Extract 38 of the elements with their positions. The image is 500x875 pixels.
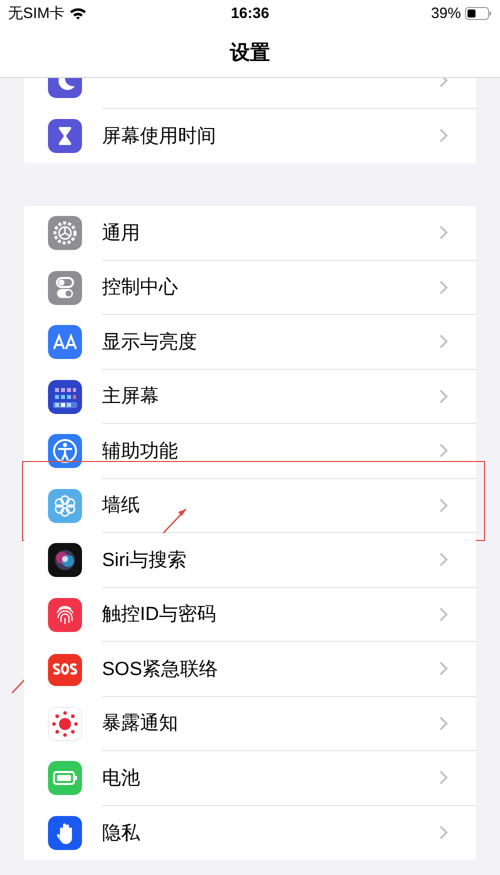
chevron-icon bbox=[439, 280, 448, 295]
wifi-icon bbox=[68, 7, 87, 20]
accessibility-figure-icon bbox=[48, 434, 82, 468]
chevron-icon bbox=[439, 716, 448, 731]
battery-percent: 39% bbox=[430, 5, 461, 22]
battery-icon bbox=[48, 761, 82, 796]
flower-icon bbox=[48, 488, 82, 523]
chevron-icon bbox=[439, 770, 448, 786]
settings-row[interactable]: SOS紧急联络 bbox=[24, 642, 476, 696]
settings-row[interactable]: 屏幕使用时间 bbox=[24, 108, 476, 163]
chevron-icon bbox=[439, 443, 448, 458]
toggle-switches-icon bbox=[48, 270, 82, 305]
chevron-icon bbox=[439, 388, 448, 404]
clock-time: 16:36 bbox=[230, 5, 270, 22]
chevron-icon bbox=[439, 498, 448, 513]
orb-icon bbox=[48, 543, 82, 578]
chevron-icon bbox=[439, 334, 448, 350]
page-title: 设置 bbox=[230, 40, 270, 66]
settings-row[interactable]: 通用 bbox=[24, 206, 476, 260]
chevron-icon bbox=[439, 128, 448, 144]
gear-icon bbox=[48, 216, 82, 250]
settings-row[interactable]: 隐私 bbox=[24, 806, 476, 860]
chevron-icon bbox=[439, 606, 448, 622]
chevron-icon bbox=[439, 661, 448, 676]
hand-icon bbox=[48, 816, 82, 850]
carrier-text: 无SIM卡 bbox=[8, 4, 65, 23]
battery-icon bbox=[465, 7, 492, 20]
app-grid-icon bbox=[48, 380, 82, 414]
chevron-icon bbox=[439, 825, 448, 840]
sun-dots-icon bbox=[48, 706, 82, 741]
settings-row[interactable]: Siri与搜索 bbox=[24, 533, 476, 588]
text-size-icon bbox=[48, 325, 82, 360]
chevron-icon bbox=[439, 225, 448, 240]
chevron-icon bbox=[439, 78, 448, 88]
sos-icon bbox=[48, 652, 82, 686]
fingerprint-icon bbox=[48, 598, 82, 632]
chevron-icon bbox=[439, 552, 448, 568]
hourglass-icon bbox=[48, 118, 82, 153]
